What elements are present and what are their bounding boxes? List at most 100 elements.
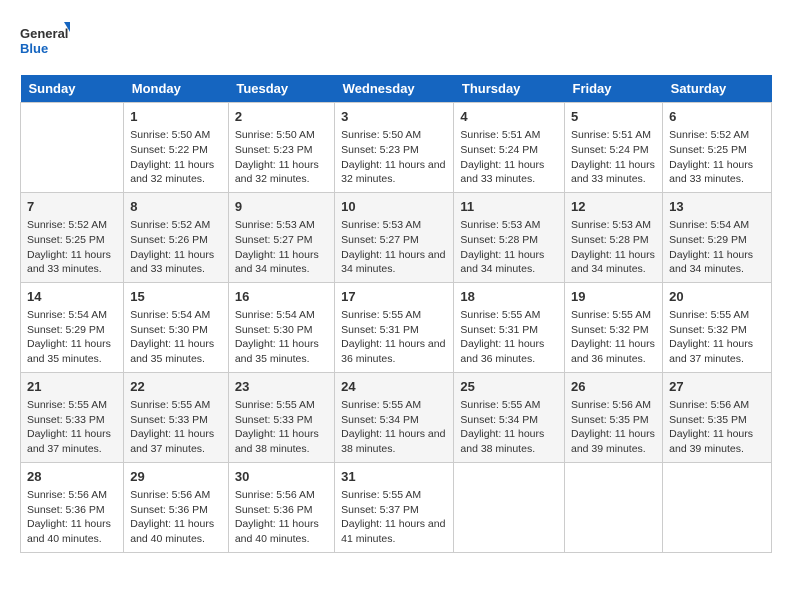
- calendar-cell: 7Sunrise: 5:52 AMSunset: 5:25 PMDaylight…: [21, 192, 124, 282]
- sunrise-info: Sunrise: 5:55 AM: [669, 308, 765, 323]
- calendar-cell: 12 Sunrise: 5:53 AMSunset: 5:28 PMDayligh…: [565, 192, 663, 282]
- sunset-info: Sunset: 5:36 PM: [235, 503, 328, 518]
- sunset-info: Sunset: 5:26 PM: [130, 233, 222, 248]
- sunset-info: Sunset: 5:29 PM: [27, 323, 117, 338]
- sunset-info: Sunset: 5:36 PM: [130, 503, 222, 518]
- cell-content: 13 Sunrise: 5:54 AMSunset: 5:29 PMDayligh…: [669, 198, 765, 277]
- daylight-info: Daylight: 11 hours and 38 minutes.: [341, 427, 447, 456]
- weekday-header: Thursday: [454, 75, 565, 103]
- sunset-info: Sunset: 5:31 PM: [341, 323, 447, 338]
- sunrise-info: Sunrise: 5:55 AM: [27, 398, 117, 413]
- cell-content: 31Sunrise: 5:55 AMSunset: 5:37 PMDayligh…: [341, 468, 447, 547]
- sunset-info: Sunset: 5:24 PM: [571, 143, 656, 158]
- daylight-info: Daylight: 11 hours and 41 minutes.: [341, 517, 447, 546]
- calendar-cell: 14Sunrise: 5:54 AMSunset: 5:29 PMDayligh…: [21, 282, 124, 372]
- calendar-cell: [565, 462, 663, 552]
- day-number: 24: [341, 378, 447, 396]
- sunset-info: Sunset: 5:27 PM: [235, 233, 328, 248]
- day-number: 26: [571, 378, 656, 396]
- daylight-info: Daylight: 11 hours and 34 minutes.: [669, 248, 765, 277]
- sunrise-info: Sunrise: 5:56 AM: [571, 398, 656, 413]
- weekday-header: Friday: [565, 75, 663, 103]
- calendar-week-row: 7Sunrise: 5:52 AMSunset: 5:25 PMDaylight…: [21, 192, 772, 282]
- logo: General Blue: [20, 20, 70, 65]
- sunrise-info: Sunrise: 5:56 AM: [235, 488, 328, 503]
- day-number: 13: [669, 198, 765, 216]
- calendar-cell: 31Sunrise: 5:55 AMSunset: 5:37 PMDayligh…: [335, 462, 454, 552]
- day-number: 29: [130, 468, 222, 486]
- page-header: General Blue: [20, 20, 772, 65]
- sunrise-info: Sunrise: 5:55 AM: [130, 398, 222, 413]
- sunset-info: Sunset: 5:28 PM: [571, 233, 656, 248]
- weekday-header: Tuesday: [228, 75, 334, 103]
- sunset-info: Sunset: 5:33 PM: [235, 413, 328, 428]
- cell-content: 6Sunrise: 5:52 AMSunset: 5:25 PMDaylight…: [669, 108, 765, 187]
- day-number: 21: [27, 378, 117, 396]
- sunset-info: Sunset: 5:35 PM: [571, 413, 656, 428]
- daylight-info: Daylight: 11 hours and 35 minutes.: [27, 337, 117, 366]
- sunrise-info: Sunrise: 5:51 AM: [571, 128, 656, 143]
- sunset-info: Sunset: 5:32 PM: [571, 323, 656, 338]
- sunrise-info: Sunrise: 5:50 AM: [235, 128, 328, 143]
- cell-content: 9Sunrise: 5:53 AMSunset: 5:27 PMDaylight…: [235, 198, 328, 277]
- calendar-week-row: 1 Sunrise: 5:50 AM Sunset: 5:22 PM Daylight…: [21, 103, 772, 193]
- calendar-cell: 26 Sunrise: 5:56 AMSunset: 5:35 PMDayligh…: [565, 372, 663, 462]
- cell-content: 17Sunrise: 5:55 AMSunset: 5:31 PMDayligh…: [341, 288, 447, 367]
- day-number: 10: [341, 198, 447, 216]
- calendar-week-row: 14Sunrise: 5:54 AMSunset: 5:29 PMDayligh…: [21, 282, 772, 372]
- sunrise-info: Sunrise: 5:53 AM: [341, 218, 447, 233]
- sunset-info: Sunset: 5:23 PM: [235, 143, 328, 158]
- cell-content: 29Sunrise: 5:56 AMSunset: 5:36 PMDayligh…: [130, 468, 222, 547]
- cell-content: 3Sunrise: 5:50 AMSunset: 5:23 PMDaylight…: [341, 108, 447, 187]
- day-number: 15: [130, 288, 222, 306]
- calendar-cell: 13 Sunrise: 5:54 AMSunset: 5:29 PMDayligh…: [663, 192, 772, 282]
- day-number: 20: [669, 288, 765, 306]
- calendar-cell: 29Sunrise: 5:56 AMSunset: 5:36 PMDayligh…: [124, 462, 229, 552]
- daylight-info: Daylight: 11 hours and 33 minutes.: [669, 158, 765, 187]
- svg-text:General: General: [20, 26, 68, 41]
- day-number: 9: [235, 198, 328, 216]
- daylight-info: Daylight: 11 hours and 35 minutes.: [130, 337, 222, 366]
- sunset-info: Sunset: 5:29 PM: [669, 233, 765, 248]
- calendar-cell: 21Sunrise: 5:55 AMSunset: 5:33 PMDayligh…: [21, 372, 124, 462]
- calendar-cell: 17Sunrise: 5:55 AMSunset: 5:31 PMDayligh…: [335, 282, 454, 372]
- calendar-cell: 25Sunrise: 5:55 AMSunset: 5:34 PMDayligh…: [454, 372, 565, 462]
- day-number: 11: [460, 198, 558, 216]
- sunset-info: Sunset: 5:22 PM: [130, 143, 222, 158]
- sunset-info: Sunset: 5:33 PM: [27, 413, 117, 428]
- sunrise-info: Sunrise: 5:55 AM: [235, 398, 328, 413]
- cell-content: 5Sunrise: 5:51 AMSunset: 5:24 PMDaylight…: [571, 108, 656, 187]
- sunset-info: Sunset: 5:35 PM: [669, 413, 765, 428]
- sunset-info: Sunset: 5:25 PM: [669, 143, 765, 158]
- daylight-info: Daylight: 11 hours and 33 minutes.: [27, 248, 117, 277]
- sunrise-info: Sunrise: 5:54 AM: [27, 308, 117, 323]
- daylight-info: Daylight: 11 hours and 34 minutes.: [571, 248, 656, 277]
- day-number: 2: [235, 108, 328, 126]
- sunrise-info: Sunrise: 5:54 AM: [130, 308, 222, 323]
- day-number: 25: [460, 378, 558, 396]
- calendar-cell: 16Sunrise: 5:54 AMSunset: 5:30 PMDayligh…: [228, 282, 334, 372]
- calendar-cell: 18Sunrise: 5:55 AMSunset: 5:31 PMDayligh…: [454, 282, 565, 372]
- day-number: 23: [235, 378, 328, 396]
- cell-content: 10Sunrise: 5:53 AMSunset: 5:27 PMDayligh…: [341, 198, 447, 277]
- day-number: 12: [571, 198, 656, 216]
- calendar-cell: [454, 462, 565, 552]
- sunrise-info: Sunrise: 5:54 AM: [669, 218, 765, 233]
- sunrise-info: Sunrise: 5:55 AM: [341, 488, 447, 503]
- day-number: 30: [235, 468, 328, 486]
- daylight-info: Daylight: 11 hours and 39 minutes.: [571, 427, 656, 456]
- cell-content: 27Sunrise: 5:56 AMSunset: 5:35 PMDayligh…: [669, 378, 765, 457]
- cell-content: 22Sunrise: 5:55 AMSunset: 5:33 PMDayligh…: [130, 378, 222, 457]
- cell-content: 4Sunrise: 5:51 AMSunset: 5:24 PMDaylight…: [460, 108, 558, 187]
- sunrise-info: Sunrise: 5:53 AM: [571, 218, 656, 233]
- day-number: 6: [669, 108, 765, 126]
- day-number: 19: [571, 288, 656, 306]
- logo-svg: General Blue: [20, 20, 70, 65]
- daylight-info: Daylight: 11 hours and 36 minutes.: [460, 337, 558, 366]
- sunrise-info: Sunrise: 5:56 AM: [669, 398, 765, 413]
- sunrise-info: Sunrise: 5:56 AM: [27, 488, 117, 503]
- header-row: SundayMondayTuesdayWednesdayThursdayFrid…: [21, 75, 772, 103]
- day-number: 1: [130, 108, 222, 126]
- cell-content: 28Sunrise: 5:56 AMSunset: 5:36 PMDayligh…: [27, 468, 117, 547]
- sunset-info: Sunset: 5:32 PM: [669, 323, 765, 338]
